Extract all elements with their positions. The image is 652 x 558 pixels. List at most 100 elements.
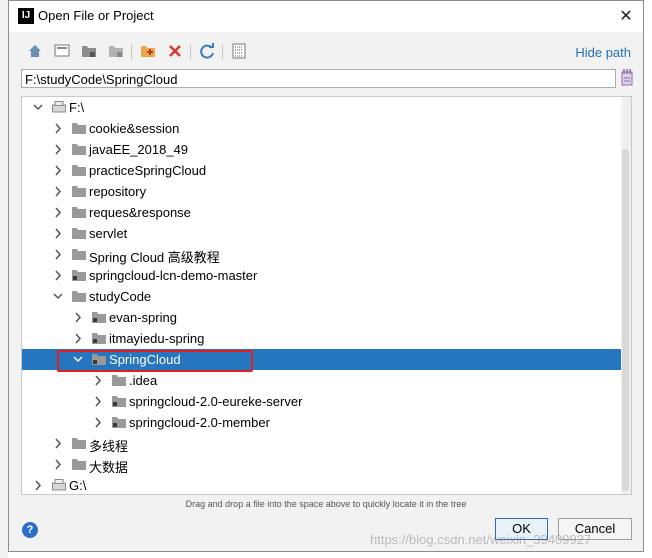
tree-row[interactable]: repository (22, 181, 631, 202)
folder-icon (72, 248, 86, 260)
chevron-right-icon[interactable] (52, 454, 64, 475)
watermark: https://blog.csdn.net/weixin_39409927 (370, 532, 592, 547)
tree-row-label: G:\ (69, 478, 87, 493)
tree-row-label: cookie&session (89, 121, 180, 136)
tree-row[interactable]: Spring Cloud 高级教程 (22, 244, 631, 265)
chevron-right-icon[interactable] (52, 433, 64, 454)
folder-icon (72, 185, 86, 197)
tree-row[interactable]: practiceSpringCloud (22, 160, 631, 181)
drag-drop-hint: Drag and drop a file into the space abov… (185, 499, 467, 509)
tree-row[interactable]: reques&response (22, 202, 631, 223)
chevron-right-icon[interactable] (52, 160, 64, 181)
tree-row-label: F:\ (69, 100, 85, 115)
toggle-hidden-icon[interactable] (229, 42, 249, 60)
drive-icon (52, 101, 66, 113)
folder-icon (72, 458, 86, 470)
project-folder-icon (112, 395, 126, 407)
tree-row-label: repository (89, 184, 147, 199)
tree-row-label: servlet (89, 226, 128, 241)
new-folder-icon[interactable] (138, 42, 158, 60)
tree-row-label: studyCode (89, 289, 152, 304)
folder-icon (72, 143, 86, 155)
chevron-right-icon[interactable] (92, 370, 104, 391)
tree-row[interactable]: F:\ (22, 97, 631, 118)
project-folder-icon (72, 269, 86, 281)
folder-icon (72, 122, 86, 134)
tree-row-label: 多线程 (89, 439, 129, 454)
tree-row-label: reques&response (89, 205, 191, 220)
tree-row-label: .idea (129, 373, 158, 388)
toolbar-separator (222, 44, 223, 60)
dialog-title: Open File or Project (38, 8, 154, 23)
module-icon[interactable] (106, 42, 126, 60)
chevron-right-icon[interactable] (52, 202, 64, 223)
background-window-edge (0, 0, 8, 558)
tree-row-label: 大数据 (89, 460, 129, 475)
chevron-right-icon[interactable] (52, 181, 64, 202)
tree-row[interactable]: servlet (22, 223, 631, 244)
tree-row-label: practiceSpringCloud (89, 163, 207, 178)
annotation-highlight-box (57, 350, 253, 372)
chevron-right-icon[interactable] (72, 328, 84, 349)
home-icon[interactable] (25, 42, 45, 60)
desktop-icon[interactable] (52, 42, 72, 60)
scrollbar-thumb[interactable] (622, 149, 629, 491)
toolbar-separator (190, 44, 191, 60)
chevron-right-icon[interactable] (72, 307, 84, 328)
hide-path-link[interactable]: Hide path (575, 45, 631, 60)
path-history-icon[interactable] (620, 69, 634, 87)
chevron-right-icon[interactable] (52, 223, 64, 244)
toolbar-separator (131, 44, 132, 60)
tree-row[interactable]: 大数据 (22, 454, 631, 475)
tree-row[interactable]: studyCode (22, 286, 631, 307)
path-input[interactable] (21, 69, 616, 88)
refresh-icon[interactable] (197, 42, 217, 60)
toolbar: Hide path (9, 32, 643, 67)
chevron-right-icon[interactable] (52, 139, 64, 160)
tree-row-label: Spring Cloud 高级教程 (89, 250, 220, 265)
tree-row-label: itmayiedu-spring (109, 331, 205, 346)
project-folder-icon (92, 332, 106, 344)
drive-icon (52, 479, 66, 491)
help-button[interactable]: ? (22, 522, 38, 538)
tree-row-label: springcloud-lcn-demo-master (89, 268, 258, 283)
tree-row-label: evan-spring (109, 310, 177, 325)
chevron-right-icon[interactable] (92, 412, 104, 433)
folder-icon (72, 206, 86, 218)
tree-row[interactable]: G:\ (22, 475, 631, 494)
chevron-right-icon[interactable] (52, 265, 64, 286)
tree-row[interactable]: cookie&session (22, 118, 631, 139)
folder-icon (72, 227, 86, 239)
file-tree[interactable]: F:\ cookie&session javaEE_2018_49 practiceS… (21, 96, 632, 495)
title-bar: IJ Open File or Project ✕ (9, 1, 643, 32)
folder-icon (72, 437, 86, 449)
project-icon[interactable] (79, 42, 99, 60)
tree-row-label: springcloud-2.0-member (129, 415, 270, 430)
intellij-app-icon: IJ (18, 8, 34, 24)
tree-row-label: javaEE_2018_49 (89, 142, 189, 157)
chevron-down-icon[interactable] (32, 97, 44, 118)
chevron-right-icon[interactable] (52, 118, 64, 139)
vertical-scrollbar[interactable] (621, 97, 631, 494)
project-folder-icon (92, 311, 106, 323)
tree-row[interactable]: itmayiedu-spring (22, 328, 631, 349)
tree-row[interactable]: evan-spring (22, 307, 631, 328)
folder-icon (112, 374, 126, 386)
tree-row[interactable]: 多线程 (22, 433, 631, 454)
chevron-right-icon[interactable] (92, 391, 104, 412)
tree-row-label: springcloud-2.0-eureke-server (129, 394, 303, 409)
folder-icon (72, 290, 86, 302)
chevron-down-icon[interactable] (52, 286, 64, 307)
open-file-dialog: IJ Open File or Project ✕ Hide path F:\s… (8, 0, 644, 552)
folder-icon (72, 164, 86, 176)
tree-row[interactable]: javaEE_2018_49 (22, 139, 631, 160)
delete-icon[interactable] (165, 42, 185, 60)
tree-row[interactable]: springcloud-2.0-eureke-server (22, 391, 631, 412)
close-button[interactable]: ✕ (609, 1, 643, 32)
tree-row[interactable]: springcloud-lcn-demo-master (22, 265, 631, 286)
tree-row[interactable]: springcloud-2.0-member (22, 412, 631, 433)
chevron-right-icon[interactable] (52, 244, 64, 265)
chevron-right-icon[interactable] (32, 475, 44, 494)
project-folder-icon (112, 416, 126, 428)
tree-row[interactable]: .idea (22, 370, 631, 391)
